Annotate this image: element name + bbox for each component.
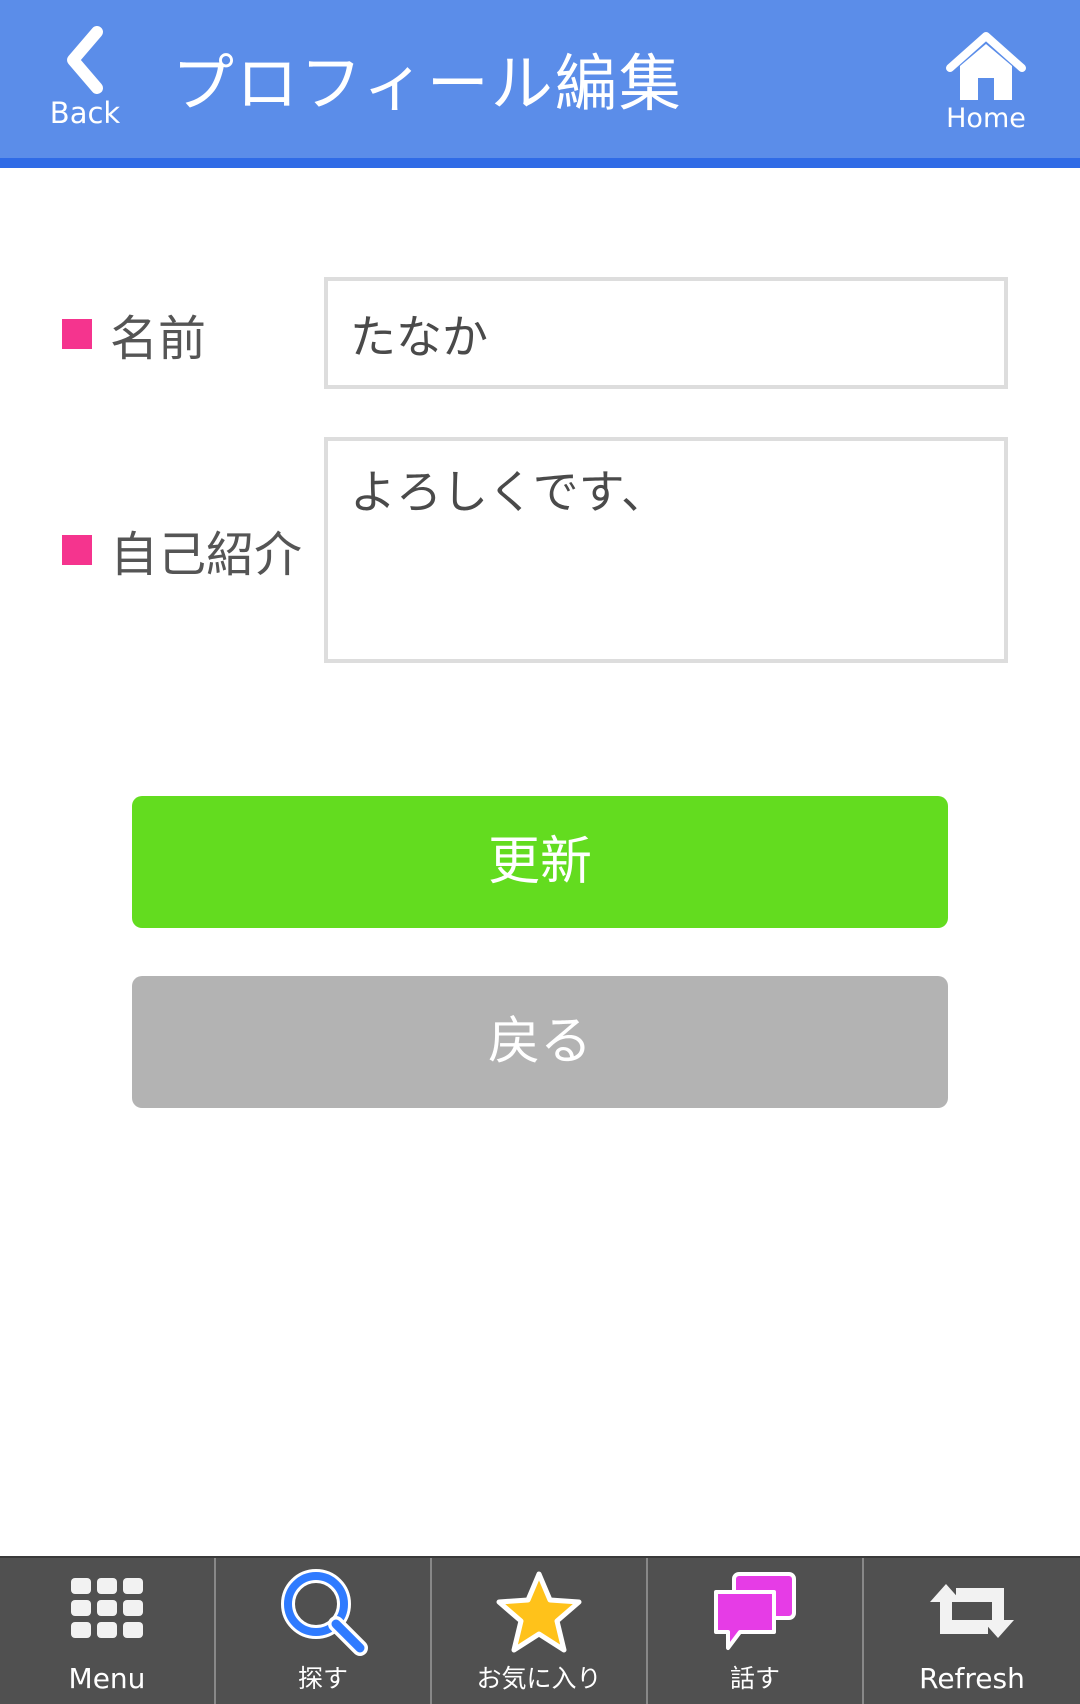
tab-label: 探す xyxy=(297,1664,348,1693)
tab-refresh[interactable]: Refresh xyxy=(864,1558,1080,1704)
header-back-button[interactable]: Back xyxy=(40,20,130,140)
update-button[interactable]: 更新 xyxy=(132,796,948,928)
search-icon xyxy=(281,1569,368,1656)
label-marker xyxy=(62,535,92,565)
tab-talk[interactable]: 話す xyxy=(648,1558,864,1704)
star-icon xyxy=(496,1571,582,1653)
bottom-tab-bar: Menu 探す お気に入り 話す Refresh xyxy=(0,1556,1080,1704)
home-label: Home xyxy=(946,103,1026,134)
bio-label-text: 自己紹介 xyxy=(110,527,303,583)
page-title: プロフィール編集 xyxy=(172,47,683,120)
name-label: 名前 xyxy=(62,304,206,367)
tab-label: Menu xyxy=(68,1662,146,1695)
back-label: Back xyxy=(49,96,121,130)
name-input[interactable] xyxy=(324,277,1008,389)
home-button[interactable]: Home xyxy=(936,30,1036,142)
tab-label: Refresh xyxy=(919,1662,1025,1695)
grid-icon xyxy=(71,1578,143,1638)
refresh-icon xyxy=(930,1584,1014,1638)
tab-menu[interactable]: Menu xyxy=(0,1558,216,1704)
app-header: Back プロフィール編集 Home xyxy=(0,0,1080,168)
home-icon xyxy=(946,32,1026,100)
bio-label: 自己紹介 xyxy=(62,520,302,583)
label-marker xyxy=(62,319,92,349)
name-label-text: 名前 xyxy=(110,311,207,367)
chevron-left-icon xyxy=(67,26,103,94)
return-button[interactable]: 戻る xyxy=(132,976,948,1108)
bio-textarea[interactable]: よろしくです、 xyxy=(324,437,1008,663)
chat-icon xyxy=(714,1572,796,1650)
tab-favorites[interactable]: お気に入り xyxy=(432,1558,648,1704)
tab-label: お気に入り xyxy=(476,1664,602,1693)
tab-search[interactable]: 探す xyxy=(216,1558,432,1704)
tab-label: 話す xyxy=(729,1664,780,1693)
